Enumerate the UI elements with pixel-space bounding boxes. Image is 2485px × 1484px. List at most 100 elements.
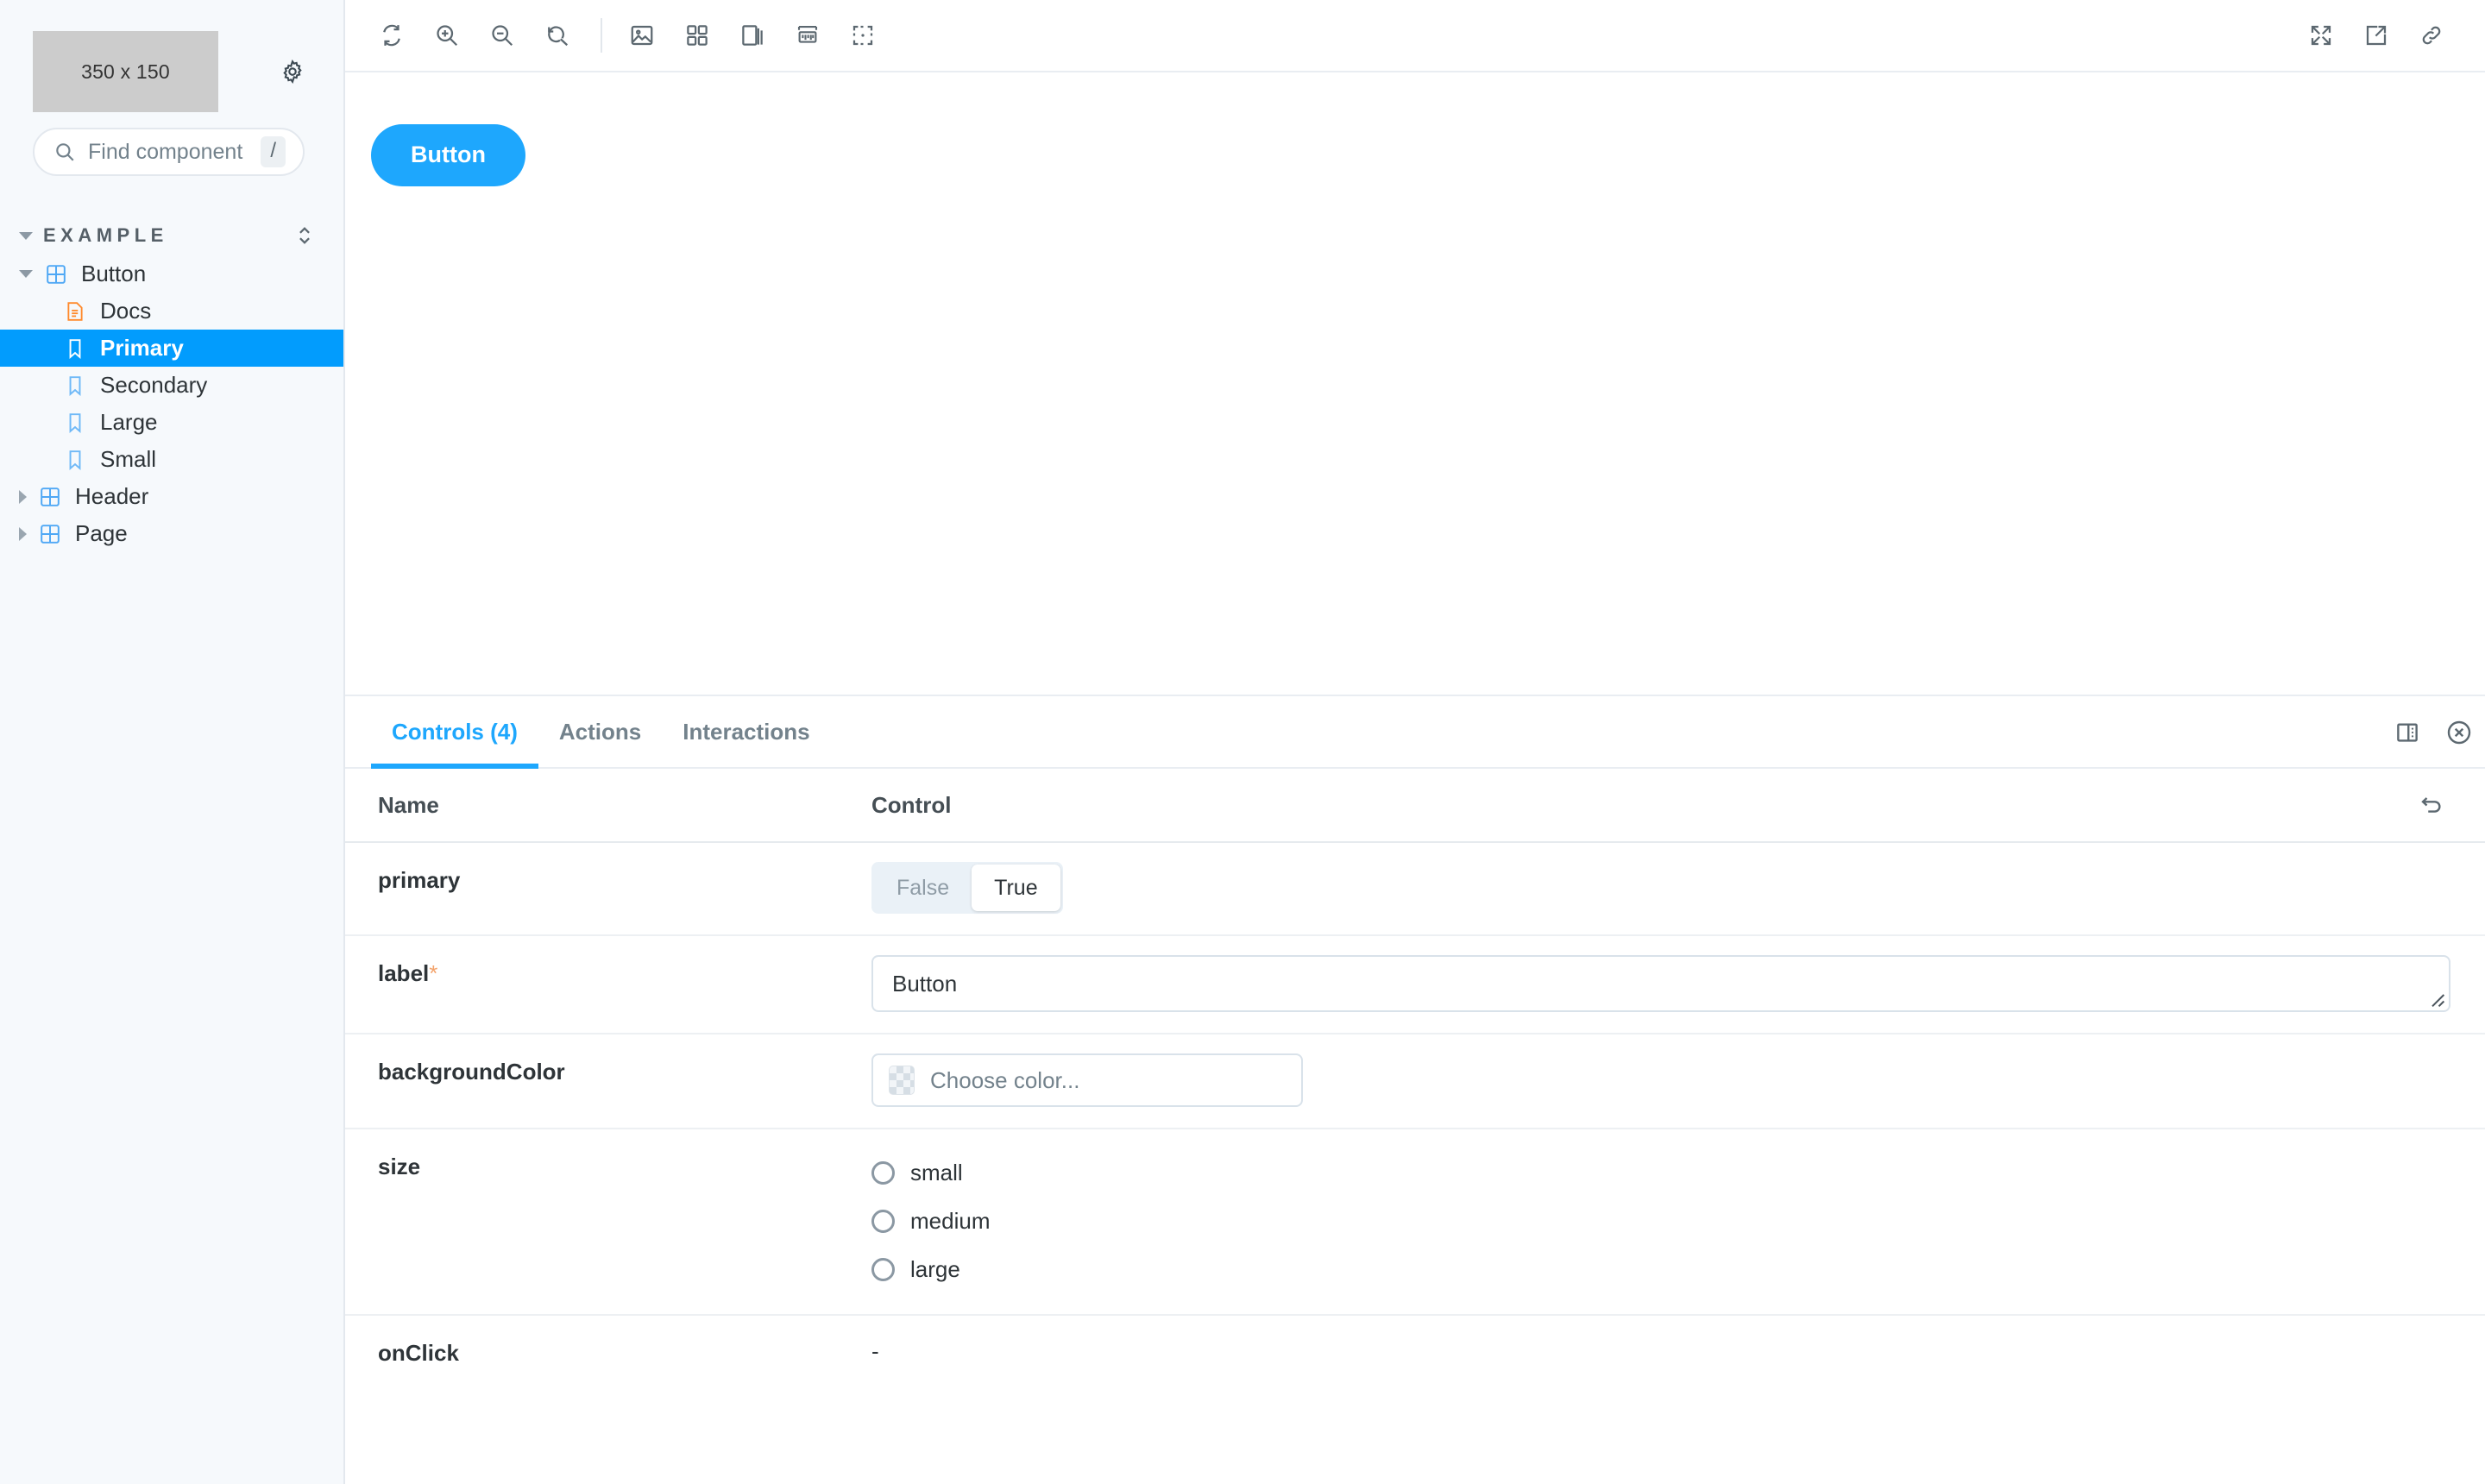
gear-icon[interactable] [273,52,312,91]
zoom-reset-icon[interactable] [533,11,582,60]
sidebar-item-primary[interactable]: Primary [0,330,343,367]
backgrounds-image-icon[interactable] [618,11,666,60]
sidebar-item-button[interactable]: Button [0,255,343,292]
radio-label: small [910,1160,963,1186]
control-row-onclick: onClick - [345,1316,2485,1395]
tab-actions[interactable]: Actions [538,696,662,767]
reset-controls-icon[interactable] [2413,786,2450,824]
panel-position-icon[interactable] [2381,696,2433,769]
sidebar-item-label: Small [100,446,156,473]
addon-panel: Controls (4) Actions Interactions [345,695,2485,1484]
sidebar-header: 350 x 150 [0,0,343,121]
radio-circle-icon[interactable] [871,1258,895,1281]
control-row-backgroundcolor: backgroundColor Choose color... [345,1034,2485,1129]
boolean-toggle-primary[interactable]: False True [871,862,1063,914]
sidebar-item-label: Primary [100,335,184,362]
story-bookmark-icon [62,336,88,362]
measure-icon[interactable] [783,11,832,60]
zoom-out-icon[interactable] [478,11,526,60]
docs-page-icon [62,299,88,324]
control-name-onclick: onClick [345,1316,871,1367]
search-input[interactable]: Find component / [33,128,305,176]
sidebar-item-page[interactable]: Page [0,515,343,552]
expand-collapse-icon[interactable] [290,221,319,250]
control-name-backgroundcolor: backgroundColor [345,1034,871,1085]
control-name-label: label* [345,936,871,987]
component-grid-icon [43,261,69,287]
storybook-app: 350 x 150 Find component / [0,0,2485,1484]
search-container: Find component / [0,128,343,176]
sidebar-item-secondary[interactable]: Secondary [0,367,343,404]
sidebar-item-label: Large [100,409,158,436]
search-placeholder: Find component [88,140,266,165]
control-row-label: label* [345,936,2485,1034]
sidebar-item-label: Header [75,483,148,510]
controls-table: Name Control primary [345,769,2485,1484]
radio-label: medium [910,1208,990,1235]
sidebar-item-docs[interactable]: Docs [0,292,343,330]
chevron-down-icon [19,232,33,240]
control-value-onclick: - [871,1335,2450,1365]
radio-label: large [910,1256,960,1283]
sidebar-item-header[interactable]: Header [0,478,343,515]
color-control-backgroundcolor[interactable]: Choose color... [871,1053,1303,1107]
radio-option-large[interactable]: large [871,1245,2450,1293]
search-shortcut-badge: / [261,136,286,167]
tree-section-example[interactable]: EXAMPLE [0,216,343,255]
main-area: Button Controls (4) Actions Interactions [345,0,2485,1484]
sidebar-item-label: Docs [100,298,151,324]
control-row-size: size small medium large [345,1129,2485,1316]
grid-icon[interactable] [673,11,721,60]
boolean-option-false[interactable]: False [874,865,972,911]
story-bookmark-icon [62,410,88,436]
toolbar-separator [601,18,602,53]
story-bookmark-icon [62,373,88,399]
control-name-primary: primary [345,843,871,894]
required-asterisk: * [429,960,437,986]
open-new-tab-icon[interactable] [2352,11,2400,60]
sidebar-item-small[interactable]: Small [0,441,343,478]
radio-option-medium[interactable]: medium [871,1197,2450,1245]
color-placeholder: Choose color... [930,1067,1079,1094]
story-bookmark-icon [62,447,88,473]
component-grid-icon [37,521,63,547]
component-grid-icon [37,484,63,510]
fullscreen-icon[interactable] [2297,11,2345,60]
control-label-text: label [378,960,429,986]
tree-section-label: EXAMPLE [43,224,168,247]
sidebar-item-label: Page [75,520,128,547]
remount-icon[interactable] [368,11,416,60]
sidebar-item-label: Secondary [100,372,207,399]
chevron-right-icon [19,527,27,541]
radio-option-small[interactable]: small [871,1148,2450,1197]
boolean-option-true[interactable]: True [972,865,1060,911]
preview-toolbar [345,0,2485,72]
control-name-size: size [345,1129,871,1180]
outline-icon[interactable] [728,11,777,60]
radio-circle-icon[interactable] [871,1161,895,1185]
sidebar: 350 x 150 Find component / [0,0,345,1484]
controls-table-header: Name Control [345,769,2485,843]
text-control-label[interactable] [871,955,2450,1012]
zoom-in-icon[interactable] [423,11,471,60]
radio-circle-icon[interactable] [871,1210,895,1233]
addon-tabbar: Controls (4) Actions Interactions [345,696,2485,769]
tab-interactions[interactable]: Interactions [662,696,830,767]
tab-controls[interactable]: Controls (4) [371,696,538,767]
sidebar-item-label: Button [81,261,146,287]
sidebar-item-large[interactable]: Large [0,404,343,441]
chevron-right-icon [19,490,27,504]
preview-canvas: Button [345,72,2485,695]
component-tree: EXAMPLE Button [0,216,343,552]
brand-logo[interactable]: 350 x 150 [33,31,218,112]
column-header-name: Name [345,792,871,819]
control-row-primary: primary False True [345,843,2485,936]
story-preview-button[interactable]: Button [371,124,525,186]
chevron-down-icon [19,270,33,278]
color-swatch-icon[interactable] [889,1066,915,1095]
close-panel-icon[interactable] [2433,696,2485,769]
copy-link-icon[interactable] [2407,11,2456,60]
search-icon [53,141,76,163]
focus-outline-icon[interactable] [839,11,887,60]
column-header-control: Control [871,792,951,819]
